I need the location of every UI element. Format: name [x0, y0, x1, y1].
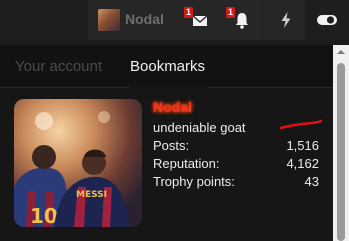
flash-icon — [276, 10, 296, 30]
nav-avatar[interactable] — [98, 9, 120, 31]
toggle-icon[interactable] — [316, 10, 338, 30]
stat-label: Trophy points: — [153, 174, 235, 189]
stat-label: Posts: — [153, 138, 190, 153]
red-scribble-annotation — [279, 119, 323, 130]
stat-posts: Posts: 1,516 — [153, 138, 319, 155]
scrollbar-thumb[interactable] — [337, 63, 345, 241]
nav-username[interactable]: Nodal — [125, 11, 164, 27]
profile-username[interactable]: Nodal — [153, 99, 192, 115]
user-title: undeniable goat — [153, 120, 246, 135]
stat-label: Reputation: — [153, 156, 220, 171]
top-nav-bar: Nodal 1 1 — [0, 0, 349, 40]
scroll-up-arrow-icon[interactable] — [333, 45, 349, 59]
account-summary: 10 MESSI Nodal undeniable goat Posts: 1,… — [0, 89, 333, 241]
conversations-badge: 1 — [184, 7, 194, 18]
tab-your-account[interactable]: Your account — [15, 58, 102, 75]
stat-reputation: Reputation: 4,162 — [153, 156, 319, 173]
stat-trophy-points: Trophy points: 43 — [153, 174, 319, 191]
stat-value[interactable]: 43 — [305, 174, 319, 189]
profile-avatar[interactable]: 10 MESSI — [14, 99, 142, 227]
svg-text:MESSI: MESSI — [76, 190, 107, 200]
svg-text:10: 10 — [30, 204, 58, 227]
alerts-badge: 1 — [226, 7, 236, 18]
active-tab-indicator — [130, 85, 208, 88]
tab-bookmarks[interactable]: Bookmarks — [130, 58, 205, 75]
panel-tabs: Your account Bookmarks — [0, 45, 333, 88]
account-dropdown-panel: Your account Bookmarks 10 MESSI Nodal un… — [0, 45, 333, 241]
panel-scrollbar[interactable] — [333, 45, 349, 241]
stat-value[interactable]: 4,162 — [286, 156, 319, 171]
stat-value[interactable]: 1,516 — [286, 138, 319, 153]
